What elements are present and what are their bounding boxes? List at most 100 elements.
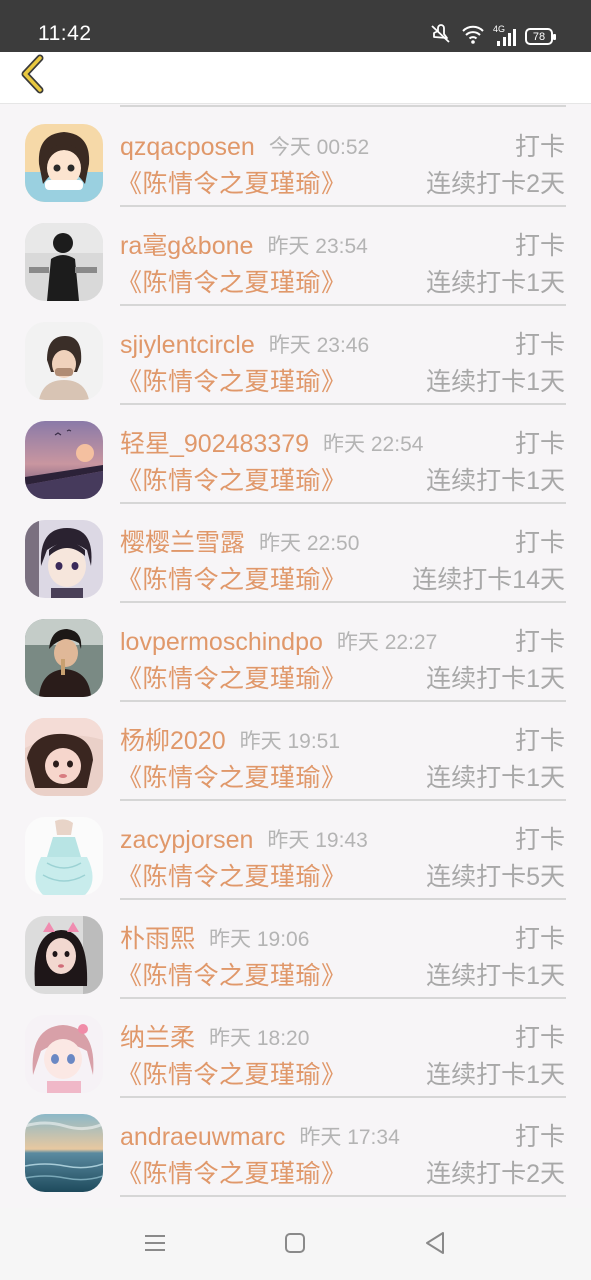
- streak-text: 连续打卡1天: [426, 269, 565, 297]
- chevron-left-icon: [18, 54, 48, 101]
- list-item[interactable]: 杨柳2020 昨天 19:51 打卡 《陈情令之夏瑾瑜》 连续打卡1天: [0, 698, 591, 801]
- streak-text: 连续打卡2天: [426, 1160, 565, 1188]
- book-title[interactable]: 《陈情令之夏瑾瑜》: [117, 861, 347, 893]
- checkin-label: 打卡: [514, 1024, 565, 1052]
- list-item[interactable]: ra毫g&bone 昨天 23:54 打卡 《陈情令之夏瑾瑜》 连续打卡1天: [0, 203, 591, 306]
- book-title[interactable]: 《陈情令之夏瑾瑜》: [117, 663, 347, 695]
- checkin-time: 昨天 19:43: [267, 829, 368, 852]
- girl-pink-avatar[interactable]: [25, 718, 103, 796]
- anime-boy-avatar[interactable]: [25, 520, 103, 598]
- user-name[interactable]: 轻星_902483379 昨天 22:54: [120, 429, 423, 459]
- menu-button[interactable]: [140, 1230, 170, 1260]
- checkin-time: 昨天 22:54: [323, 433, 424, 456]
- man-photo-avatar[interactable]: [25, 619, 103, 697]
- book-title[interactable]: 《陈情令之夏瑾瑜》: [117, 465, 347, 497]
- user-name[interactable]: ra毫g&bone 昨天 23:54: [120, 231, 368, 261]
- user-name-text: andraeuwmarc: [120, 1123, 286, 1151]
- user-name[interactable]: sjiylentcircle 昨天 23:46: [120, 330, 369, 360]
- checkin-label: 打卡: [514, 232, 565, 260]
- user-name[interactable]: andraeuwmarc 昨天 17:34: [120, 1122, 400, 1152]
- sunset-avatar[interactable]: [25, 421, 103, 499]
- checkin-label: 打卡: [514, 628, 565, 656]
- user-name-text: qzqacposen: [120, 133, 255, 161]
- checkin-time: 今天 00:52: [268, 136, 370, 159]
- list-item[interactable]: 朴雨熙 昨天 19:06 打卡 《陈情令之夏瑾瑜》 连续打卡1天: [0, 896, 591, 999]
- dress-avatar[interactable]: [25, 817, 103, 895]
- user-name-text: 樱樱兰雪露: [120, 529, 246, 557]
- checkin-label: 打卡: [514, 925, 565, 953]
- checkin-time: 昨天 18:20: [209, 1027, 310, 1050]
- book-title[interactable]: 《陈情令之夏瑾瑜》: [117, 564, 347, 596]
- checkin-time: 昨天 23:46: [268, 334, 370, 357]
- checkin-time: 昨天 23:54: [267, 235, 368, 258]
- seascape-avatar[interactable]: [25, 1114, 103, 1192]
- anime-pink-avatar[interactable]: [25, 1015, 103, 1093]
- user-name[interactable]: qzqacposen 今天 00:52: [120, 132, 369, 162]
- user-name[interactable]: 樱樱兰雪露 昨天 22:50: [120, 528, 359, 558]
- list-item[interactable]: zacypjorsen 昨天 19:43 打卡 《陈情令之夏瑾瑜》 连续打卡5天: [0, 797, 591, 900]
- anime-girl-avatar[interactable]: [25, 124, 103, 202]
- book-title[interactable]: 《陈情令之夏瑾瑜》: [117, 168, 347, 200]
- checkin-time: 昨天 19:51: [239, 730, 341, 753]
- wifi-icon: [461, 24, 485, 49]
- user-name[interactable]: zacypjorsen 昨天 19:43: [120, 825, 368, 855]
- signal-icon: 4G: [493, 24, 517, 47]
- checkin-time: 昨天 22:50: [259, 532, 360, 555]
- checkin-label: 打卡: [514, 727, 565, 755]
- home-button[interactable]: [280, 1230, 310, 1260]
- list-item[interactable]: andraeuwmarc 昨天 17:34 打卡 《陈情令之夏瑾瑜》 连续打卡2天: [0, 1094, 591, 1197]
- back-nav-button[interactable]: [420, 1230, 450, 1260]
- user-name-text: 杨柳2020: [120, 727, 226, 755]
- mute-icon: [429, 24, 453, 49]
- book-title[interactable]: 《陈情令之夏瑾瑜》: [117, 267, 347, 299]
- checkin-time: 昨天 17:34: [299, 1126, 400, 1149]
- streak-text: 连续打卡1天: [426, 665, 565, 693]
- book-title[interactable]: 《陈情令之夏瑾瑜》: [117, 960, 347, 992]
- status-icons: 4G 78: [429, 24, 556, 49]
- list-item[interactable]: sjiylentcircle 昨天 23:46 打卡 《陈情令之夏瑾瑜》 连续打卡…: [0, 302, 591, 405]
- book-title[interactable]: 《陈情令之夏瑾瑜》: [117, 366, 347, 398]
- list-item[interactable]: lovpermoschindpo 昨天 22:27 打卡 《陈情令之夏瑾瑜》 连续…: [0, 599, 591, 702]
- back-triangle-icon: [424, 1231, 446, 1260]
- back-button[interactable]: [10, 54, 56, 100]
- streak-text: 连续打卡1天: [426, 467, 565, 495]
- list-item[interactable]: 纳兰柔 昨天 18:20 打卡 《陈情令之夏瑾瑜》 连续打卡1天: [0, 995, 591, 1098]
- book-title[interactable]: 《陈情令之夏瑾瑜》: [117, 1059, 347, 1091]
- dark-figure-avatar[interactable]: [25, 223, 103, 301]
- girl-cat-avatar[interactable]: [25, 916, 103, 994]
- checkin-time: 昨天 19:06: [209, 928, 310, 951]
- list-item[interactable]: qzqacposen 今天 00:52 打卡 《陈情令之夏瑾瑜》 连续打卡2天: [0, 104, 591, 207]
- streak-text: 连续打卡1天: [426, 368, 565, 396]
- streak-text: 连续打卡1天: [426, 764, 565, 792]
- streak-text: 连续打卡1天: [426, 962, 565, 990]
- status-time: 11:42: [38, 22, 92, 45]
- user-name-text: 纳兰柔: [120, 1024, 196, 1052]
- list-item[interactable]: 轻星_902483379 昨天 22:54 打卡 《陈情令之夏瑾瑜》 连续打卡1天: [0, 401, 591, 504]
- menu-icon: [144, 1233, 166, 1258]
- checkin-label: 打卡: [514, 529, 565, 557]
- top-bar: [0, 52, 591, 104]
- user-name[interactable]: 纳兰柔 昨天 18:20: [120, 1023, 309, 1053]
- user-name[interactable]: 杨柳2020 昨天 19:51: [120, 726, 340, 756]
- streak-text: 连续打卡14天: [412, 566, 565, 594]
- book-title[interactable]: 《陈情令之夏瑾瑜》: [117, 762, 347, 794]
- user-name-text: sjiylentcircle: [120, 331, 255, 359]
- battery-icon: 78: [525, 28, 556, 45]
- streak-text: 连续打卡1天: [426, 1061, 565, 1089]
- user-name-text: lovpermoschindpo: [120, 628, 323, 656]
- user-name-text: zacypjorsen: [120, 826, 254, 854]
- checkin-time: 昨天 22:27: [336, 631, 438, 654]
- checkin-label: 打卡: [514, 133, 565, 161]
- streak-text: 连续打卡2天: [426, 170, 565, 198]
- checkin-label: 打卡: [514, 430, 565, 458]
- list-item[interactable]: 樱樱兰雪露 昨天 22:50 打卡 《陈情令之夏瑾瑜》 连续打卡14天: [0, 500, 591, 603]
- user-name[interactable]: lovpermoschindpo 昨天 22:27: [120, 627, 437, 657]
- user-name[interactable]: 朴雨熙 昨天 19:06: [120, 924, 309, 954]
- user-name-text: 朴雨熙: [120, 925, 196, 953]
- checkin-list: qzqacposen 今天 00:52 打卡 《陈情令之夏瑾瑜》 连续打卡2天 r…: [0, 104, 591, 1208]
- streak-text: 连续打卡5天: [426, 863, 565, 891]
- book-title[interactable]: 《陈情令之夏瑾瑜》: [117, 1158, 347, 1190]
- divider: [120, 1195, 566, 1197]
- status-bar: 11:42 4G 78: [0, 0, 591, 52]
- portrait-avatar[interactable]: [25, 322, 103, 400]
